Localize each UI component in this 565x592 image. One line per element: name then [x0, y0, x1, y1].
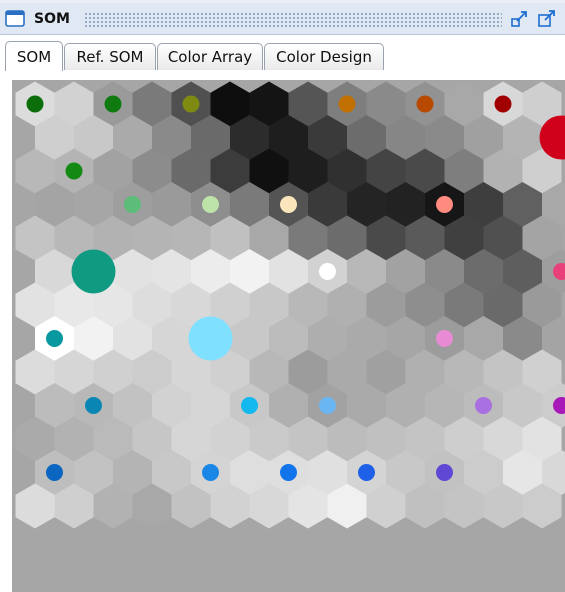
color-marker[interactable] [436, 330, 453, 347]
tab-bar: SOM Ref. SOM Color Array Color Design [0, 35, 565, 72]
tab-color-design[interactable]: Color Design [264, 43, 384, 70]
color-marker[interactable] [71, 249, 116, 294]
color-marker[interactable] [338, 95, 356, 113]
color-marker[interactable] [188, 316, 233, 361]
color-marker[interactable] [65, 162, 83, 180]
color-marker[interactable] [319, 397, 336, 414]
tab-ref-som[interactable]: Ref. SOM [64, 43, 156, 70]
color-marker[interactable] [280, 464, 297, 481]
color-marker[interactable] [46, 330, 63, 347]
color-marker[interactable] [319, 263, 336, 280]
color-marker[interactable] [46, 464, 63, 481]
color-marker[interactable] [202, 196, 219, 213]
color-marker[interactable] [358, 464, 375, 481]
tab-som[interactable]: SOM [5, 41, 63, 71]
window-title: SOM [34, 11, 70, 27]
window-icon [5, 10, 25, 27]
color-marker[interactable] [124, 196, 141, 213]
som-panel [0, 71, 565, 592]
title-bar-grip[interactable] [84, 12, 502, 27]
color-marker[interactable] [202, 464, 219, 481]
color-marker[interactable] [436, 464, 453, 481]
color-marker[interactable] [241, 397, 258, 414]
color-marker[interactable] [416, 95, 434, 113]
color-marker[interactable] [436, 196, 453, 213]
som-hex-map[interactable] [0, 71, 565, 592]
maximize-icon[interactable] [537, 10, 557, 28]
color-marker[interactable] [475, 397, 492, 414]
tab-color-array[interactable]: Color Array [157, 43, 263, 70]
color-marker[interactable] [494, 95, 512, 113]
color-marker[interactable] [280, 196, 297, 213]
restore-down-icon[interactable] [510, 10, 530, 28]
color-marker[interactable] [182, 95, 200, 113]
window-title-bar[interactable]: SOM [0, 3, 565, 35]
color-marker[interactable] [104, 95, 122, 113]
color-marker[interactable] [26, 95, 44, 113]
color-marker[interactable] [85, 397, 102, 414]
